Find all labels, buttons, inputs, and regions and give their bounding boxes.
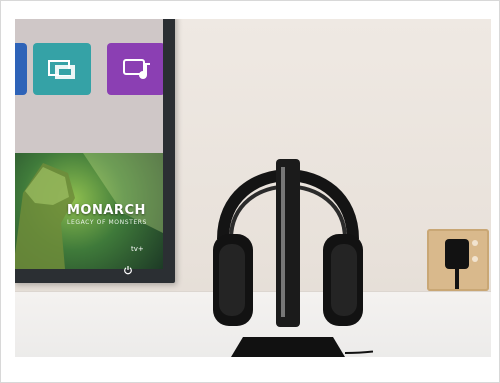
screen-mirror-icon — [48, 60, 75, 79]
poster-title: MONARCH — [67, 203, 146, 218]
poster-subtitle: LEGACY OF MONSTERS — [67, 219, 147, 226]
wall-socket — [427, 229, 489, 291]
power-icon — [124, 266, 132, 275]
image-frame: MONARCH LEGACY OF MONSTERS tv+ — [0, 0, 500, 383]
music-icon — [123, 59, 150, 79]
television: MONARCH LEGACY OF MONSTERS tv+ — [15, 19, 175, 283]
app-tile-screen-mirror — [33, 43, 91, 95]
streaming-badge: tv+ — [131, 245, 144, 253]
plug-icon — [445, 239, 478, 289]
product-photo: MONARCH LEGACY OF MONSTERS tv+ — [15, 19, 491, 357]
app-tile-blue — [15, 43, 27, 95]
headphones-on-stand — [213, 159, 373, 357]
tv-screen: MONARCH LEGACY OF MONSTERS tv+ — [15, 19, 163, 269]
app-tile-music — [107, 43, 163, 95]
